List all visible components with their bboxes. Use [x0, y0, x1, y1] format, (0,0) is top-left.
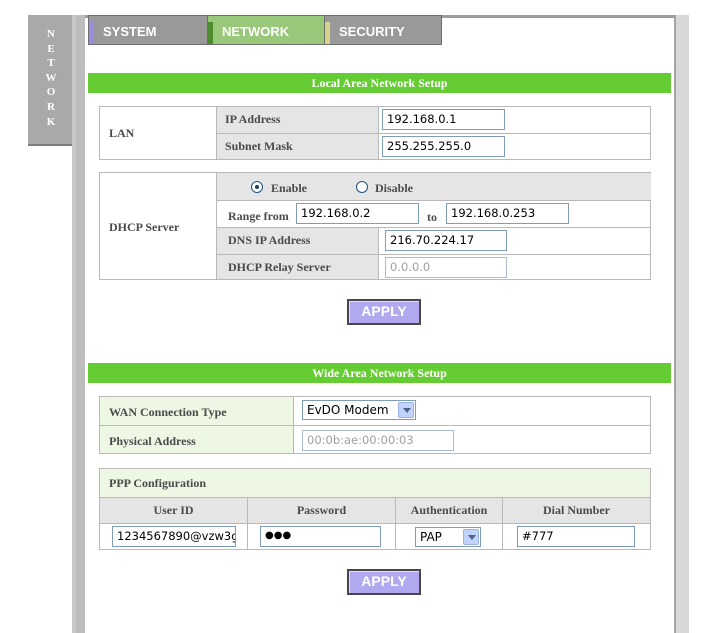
tab-system-label: SYSTEM: [103, 24, 157, 39]
tab-network[interactable]: NETWORK: [207, 15, 326, 45]
side-tab-letter: E: [47, 42, 55, 55]
chevron-down-icon: [398, 402, 414, 418]
dhcp-disable-radio[interactable]: [356, 181, 368, 193]
password-header: Password: [296, 503, 347, 517]
dial-number-header: Dial Number: [543, 503, 610, 517]
physical-address-label: Physical Address: [109, 434, 196, 448]
range-to-input[interactable]: 192.168.0.253: [446, 203, 569, 224]
authentication-select[interactable]: PAP: [415, 527, 481, 547]
wan-connection-type-value: EvDO Modem: [307, 403, 389, 417]
tab-security[interactable]: SECURITY: [324, 15, 442, 45]
range-from-input[interactable]: 192.168.0.2: [296, 203, 419, 224]
left-frame-bar-inner: [76, 15, 85, 633]
wan-connection-table: WAN Connection Type Physical Address EvD…: [99, 396, 651, 454]
tab-system[interactable]: SYSTEM: [88, 15, 209, 45]
dial-number-input[interactable]: #777: [517, 526, 635, 547]
lan-apply-button[interactable]: APPLY: [347, 299, 421, 325]
ppp-config-title: PPP Configuration: [109, 476, 207, 490]
dhcp-relay-label: DHCP Relay Server: [228, 260, 331, 274]
divider: [378, 228, 379, 279]
radio-selected-dot: [255, 185, 259, 189]
chevron-down-icon: [463, 529, 479, 545]
tab-security-label: SECURITY: [339, 24, 405, 39]
tab-stripe: [89, 22, 94, 44]
dns-ip-input[interactable]: 216.70.224.17: [385, 230, 507, 251]
physical-address-input[interactable]: 00:0b:ae:00:00:03: [302, 430, 454, 451]
right-frame-shade: [689, 15, 691, 633]
divider: [100, 523, 650, 524]
tab-stripe: [325, 22, 330, 44]
side-tab-letter: O: [46, 86, 56, 99]
tab-stripe: [208, 22, 213, 44]
ppp-config-table: PPP Configuration User ID Password Authe…: [99, 468, 651, 550]
dhcp-enable-label: Enable: [271, 181, 308, 195]
side-tab-letter: K: [46, 115, 56, 128]
range-to-label: to: [427, 210, 437, 224]
divider: [100, 425, 650, 426]
user-id-input[interactable]: 1234567890@vzw3g: [112, 526, 236, 547]
wan-apply-button[interactable]: APPLY: [347, 569, 421, 595]
lan-section-header: Local Area Network Setup: [88, 73, 671, 93]
password-input[interactable]: ●●●: [260, 526, 381, 547]
dhcp-relay-input[interactable]: 0.0.0.0: [385, 257, 507, 278]
authentication-header: Authentication: [410, 503, 488, 517]
user-id-header: User ID: [153, 503, 194, 517]
side-tab-letter: W: [45, 71, 57, 84]
range-from-label: Range from: [228, 209, 289, 223]
wan-section-header: Wide Area Network Setup: [88, 363, 671, 383]
dhcp-table: DHCP Server Enable Disable Range from 19…: [99, 172, 651, 280]
side-tab-letter: N: [47, 28, 55, 40]
divider: [217, 200, 651, 201]
wan-connection-type-select[interactable]: EvDO Modem: [302, 400, 416, 420]
ip-address-label: IP Address: [225, 112, 281, 126]
authentication-value: PAP: [420, 530, 442, 544]
side-tab-letter: R: [47, 100, 55, 113]
subnet-mask-input[interactable]: 255.255.255.0: [382, 136, 505, 157]
dhcp-server-label: DHCP Server: [109, 220, 180, 234]
wan-connection-type-label: WAN Connection Type: [109, 405, 227, 419]
subnet-mask-label: Subnet Mask: [225, 139, 293, 153]
ip-address-input[interactable]: 192.168.0.1: [382, 109, 505, 130]
dhcp-disable-label: Disable: [375, 181, 414, 195]
tab-network-label: NETWORK: [222, 24, 290, 39]
network-side-tab: N E T W O R K: [28, 15, 74, 146]
dns-ip-label: DNS IP Address: [228, 233, 311, 247]
lan-table: LAN IP Address Subnet Mask 192.168.0.1 2…: [99, 106, 651, 160]
side-tab-letter: T: [47, 57, 55, 70]
dhcp-enable-radio[interactable]: [251, 181, 263, 193]
lan-label: LAN: [109, 126, 135, 140]
